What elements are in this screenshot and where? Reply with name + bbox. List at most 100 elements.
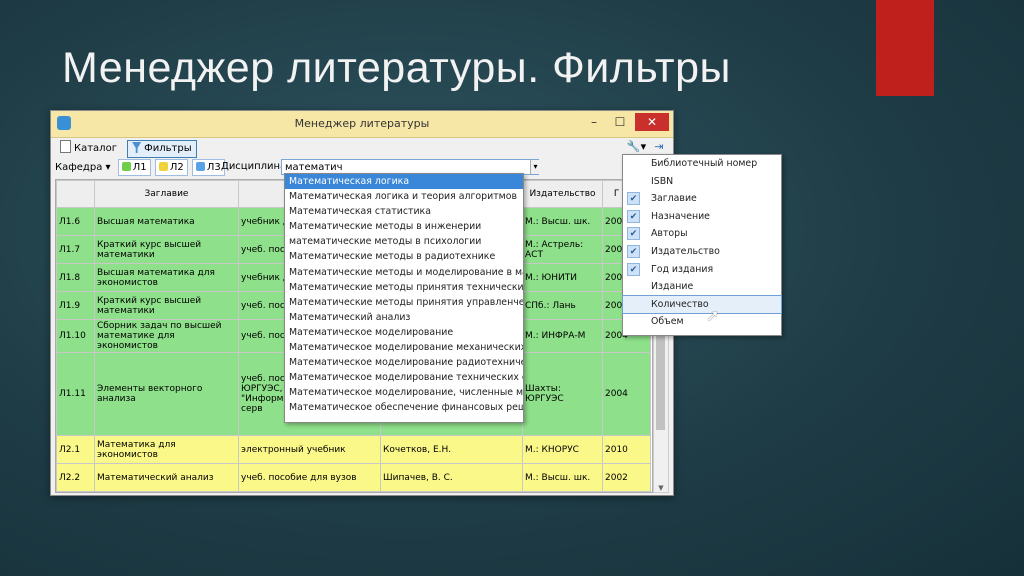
column-header[interactable]: [56, 180, 95, 208]
blue-tag-icon: [195, 162, 205, 171]
discipline-combo-arrow[interactable]: ▾: [530, 160, 540, 174]
tab-strip: Каталог Фильтры: [55, 139, 199, 158]
table-row[interactable]: Л2.2 Математический анализ учеб. пособие д…: [56, 463, 651, 492]
department-dropdown[interactable]: Кафедра ▾: [55, 162, 111, 173]
table-cell-title: Краткий курс высшей математики: [94, 291, 239, 320]
table-cell-pub: М.: ИНФРА-М: [522, 319, 603, 353]
table-cell-pub: М.: ЮНИТИ: [522, 263, 603, 292]
discipline-option[interactable]: Математическое моделирование технических…: [285, 370, 523, 385]
column-header[interactable]: Заглавие: [94, 180, 239, 208]
table-cell-title: Элементы векторного анализа: [94, 352, 239, 436]
table-cell-pub: М.: Астрель: АСТ: [522, 235, 603, 264]
discipline-option[interactable]: Математическое моделирование механически…: [285, 340, 523, 355]
maximize-button[interactable]: ☐: [607, 113, 633, 131]
table-cell-code: Л2.2: [56, 463, 95, 492]
table-cell-author: Замков, О. О., Толстопятенко, А. В.: [380, 491, 523, 492]
discipline-option[interactable]: Математическая логика: [285, 174, 523, 190]
discipline-option[interactable]: Математическая статистика: [285, 204, 523, 219]
table-cell-code: Л1.9: [56, 291, 95, 320]
close-button[interactable]: ✕: [635, 113, 669, 131]
table-cell-pub: Шахты: ЮРГУЭС: [522, 352, 603, 436]
column-menu-item[interactable]: Издание: [623, 278, 781, 296]
discipline-label: Дисциплина:: [221, 161, 290, 172]
table-cell-pub: М.: Высш. шк.: [522, 207, 603, 236]
yellow-tag-icon: [158, 162, 168, 171]
discipline-dropdown-list: Математическая логика Математическая логи…: [284, 173, 524, 423]
table-cell-title: Краткий курс высшей математики: [94, 235, 239, 264]
discipline-option[interactable]: Математическое обеспечение финансовых ре…: [285, 400, 523, 415]
column-menu-item[interactable]: Количество: [622, 294, 782, 315]
table-cell-title: Сборник задач по высшей математике для э…: [94, 319, 239, 353]
tab-filters-label: Фильтры: [144, 143, 192, 154]
red-accent-bar: [876, 0, 934, 96]
chevron-down-icon: ▾: [105, 162, 111, 173]
column-menu-item[interactable]: Библиотечный номер: [623, 155, 781, 173]
column-menu-item[interactable]: ✔ Год издания: [623, 261, 781, 279]
filter-l2-button[interactable]: Л2: [154, 159, 188, 176]
discipline-option[interactable]: Математическое моделирование: [285, 325, 523, 340]
table-cell-author: Шипачев, В. С.: [380, 463, 523, 492]
column-header[interactable]: Издательство: [522, 180, 603, 208]
column-menu-label: Год издания: [651, 263, 714, 275]
table-cell-title: Высшая математика: [94, 207, 239, 236]
scroll-down-icon[interactable]: ▼: [654, 484, 668, 492]
window-titlebar: Менеджер литературы – ☐ ✕: [51, 111, 673, 138]
discipline-option[interactable]: Математические методы и моделирование в …: [285, 265, 523, 280]
window-title: Менеджер литературы: [294, 117, 430, 130]
discipline-option[interactable]: Математическое моделирование радиотехнич…: [285, 355, 523, 370]
discipline-option[interactable]: Математические методы принятия управленч…: [285, 295, 523, 310]
table-cell-year: 2004: [602, 352, 651, 436]
discipline-option[interactable]: Математическое моделирование, численные …: [285, 385, 523, 400]
table-cell-code: Л1.11: [56, 352, 95, 436]
minimize-button[interactable]: –: [581, 113, 607, 131]
table-cell-pub: СПб.: Лань: [522, 291, 603, 320]
column-menu-label: Издание: [651, 281, 694, 293]
discipline-option[interactable]: Математический анализ: [285, 310, 523, 325]
table-cell-title: Математический анализ: [94, 463, 239, 492]
funnel-icon: [132, 142, 142, 153]
column-menu-item[interactable]: ✔ Издательство: [623, 243, 781, 261]
green-tag-icon: [121, 162, 131, 171]
discipline-option[interactable]: математические методы в психологии: [285, 234, 523, 249]
table-cell-pub: М.: Высш. шк.: [522, 463, 603, 492]
slide-title: Менеджер литературы. Фильтры: [62, 44, 731, 92]
discipline-option[interactable]: Математические методы принятия техническ…: [285, 280, 523, 295]
tab-catalog[interactable]: Каталог: [55, 139, 122, 157]
discipline-option[interactable]: Математические методы в радиотехнике: [285, 249, 523, 264]
l3-label: Л3: [206, 162, 221, 173]
table-cell-title: Математические методы в экономике: [94, 491, 239, 492]
column-menu-item[interactable]: Объем: [623, 313, 781, 331]
column-menu-item[interactable]: ISBN: [623, 173, 781, 191]
table-cell-code: Л1.8: [56, 263, 95, 292]
table-row[interactable]: Л2.1 Математика для экономистов электронны…: [56, 435, 651, 464]
filter-l3-button[interactable]: Л3: [191, 159, 225, 176]
tab-catalog-label: Каталог: [74, 143, 117, 154]
discipline-option[interactable]: Математическая логика и теория алгоритмо…: [285, 189, 523, 204]
table-cell-pub: М.: ДИС: [522, 491, 603, 492]
table-cell-type: учебник для вузов: [238, 491, 381, 492]
table-cell-year: 2001: [602, 491, 651, 492]
discipline-option[interactable]: Математические методы в инженерии: [285, 219, 523, 234]
table-cell-code: Л1.10: [56, 319, 95, 353]
tab-filters[interactable]: Фильтры: [127, 140, 197, 158]
table-cell-author: Кочетков, Е.Н.: [380, 435, 523, 464]
column-menu-item[interactable]: ✔ Авторы: [623, 225, 781, 243]
table-cell-code: Л2.3: [56, 491, 95, 492]
column-menu-item[interactable]: ✔ Назначение: [623, 208, 781, 226]
l2-label: Л2: [169, 162, 184, 173]
column-menu-label: Объем: [651, 316, 684, 328]
filter-l1-button[interactable]: Л1: [117, 159, 151, 176]
toolbar-right: 🔧▾ ⇥: [626, 139, 668, 155]
column-menu-label: Заглавие: [651, 193, 697, 205]
tools-icon[interactable]: 🔧▾: [626, 139, 648, 155]
table-row[interactable]: Л2.3Математические методы в экономикеуче…: [56, 491, 651, 492]
department-label: Кафедра: [55, 162, 103, 173]
document-icon: [60, 140, 71, 153]
column-chooser-menu: Библиотечный номер ISBN ✔ Заглавие ✔ Назначен…: [622, 154, 782, 336]
filter-bar: Кафедра ▾ Л1 Л2 Л3: [55, 159, 226, 177]
column-menu-item[interactable]: ✔ Заглавие: [623, 190, 781, 208]
column-menu-label: Авторы: [651, 228, 688, 240]
exit-icon[interactable]: ⇥: [651, 139, 667, 155]
l1-label: Л1: [132, 162, 147, 173]
column-menu-label: Библиотечный номер: [651, 158, 758, 169]
